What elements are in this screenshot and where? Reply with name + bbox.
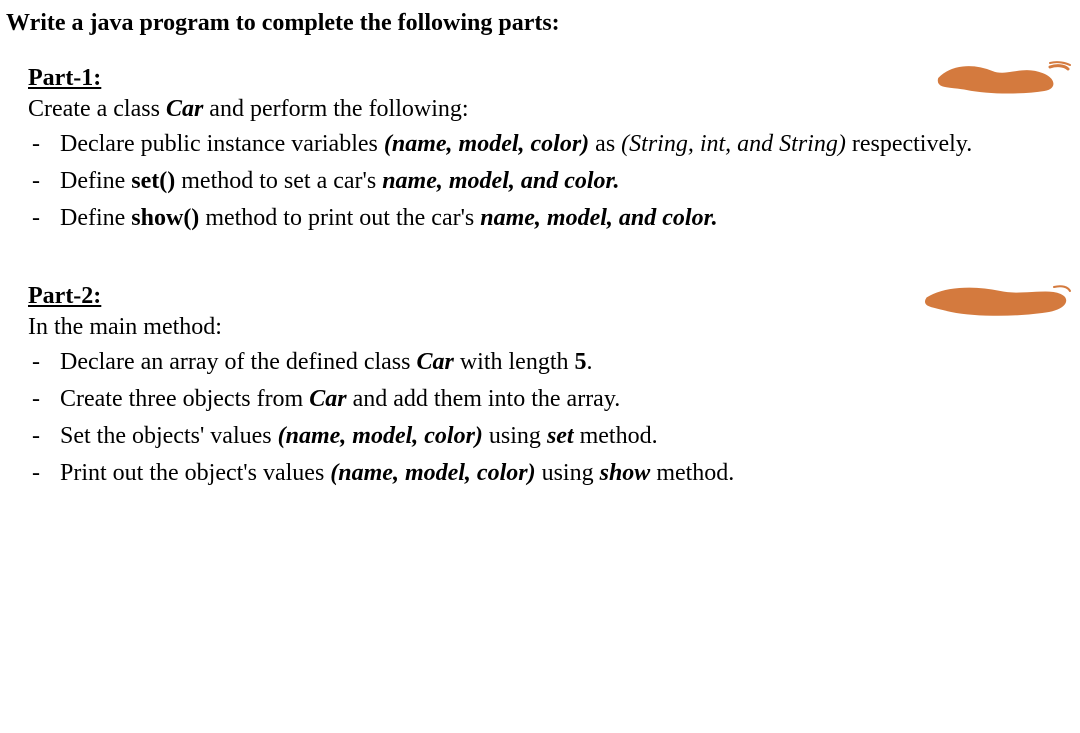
- text: using: [483, 423, 547, 449]
- list-item: Define set() method to set a car's name,…: [28, 164, 1062, 199]
- text: as: [589, 131, 621, 157]
- vars: name, model, and color.: [382, 168, 619, 194]
- part2-intro: In the main method:: [28, 314, 1062, 341]
- text: with length: [454, 349, 575, 375]
- part1-header: Part-1:: [28, 65, 1062, 92]
- text: Declare public instance variables: [60, 131, 384, 157]
- vars: (name, model, color): [384, 131, 589, 157]
- text: and add them into the array.: [347, 386, 621, 412]
- method: set(): [131, 168, 175, 194]
- vars: name, model, and color.: [480, 205, 717, 231]
- class-name: Car: [416, 349, 453, 375]
- part2-header: Part-2:: [28, 283, 1062, 310]
- document-page: Write a java program to complete the fol…: [0, 0, 1080, 549]
- text: .: [587, 349, 593, 375]
- section-part2: Part-2: In the main method: Declare an a…: [28, 283, 1062, 490]
- text: and perform the following:: [203, 96, 468, 122]
- class-name: Car: [166, 96, 203, 122]
- part2-bullets: Declare an array of the defined class Ca…: [28, 345, 1062, 490]
- text: Define: [60, 168, 131, 194]
- part1-intro: Create a class Car and perform the follo…: [28, 96, 1062, 123]
- vars: (name, model, color): [278, 423, 483, 449]
- text: method to print out the car's: [199, 205, 480, 231]
- method: show(): [131, 205, 199, 231]
- method: show: [600, 460, 651, 486]
- length: 5: [575, 349, 587, 375]
- list-item: Create three objects from Car and add th…: [28, 382, 1062, 417]
- list-item: Print out the object's values (name, mod…: [28, 456, 1062, 491]
- document-title: Write a java program to complete the fol…: [6, 10, 1062, 37]
- list-item: Set the objects' values (name, model, co…: [28, 419, 1062, 454]
- text: Create a class: [28, 96, 166, 122]
- types: (String, int, and String): [621, 131, 846, 157]
- list-item: Declare public instance variables (name,…: [28, 127, 1062, 162]
- class-name: Car: [309, 386, 346, 412]
- method: set: [547, 423, 574, 449]
- section-part1: Part-1: Create a class Car and perform t…: [28, 65, 1062, 235]
- text: respectively.: [846, 131, 972, 157]
- text: Define: [60, 205, 131, 231]
- text: Declare an array of the defined class: [60, 349, 416, 375]
- list-item: Declare an array of the defined class Ca…: [28, 345, 1062, 380]
- text: method to set a car's: [175, 168, 382, 194]
- text: Create three objects from: [60, 386, 309, 412]
- part1-bullets: Declare public instance variables (name,…: [28, 127, 1062, 235]
- vars: (name, model, color): [330, 460, 535, 486]
- list-item: Define show() method to print out the ca…: [28, 201, 1062, 236]
- text: Set the objects' values: [60, 423, 278, 449]
- text: Print out the object's values: [60, 460, 330, 486]
- text: method.: [650, 460, 734, 486]
- text: using: [536, 460, 600, 486]
- text: method.: [574, 423, 658, 449]
